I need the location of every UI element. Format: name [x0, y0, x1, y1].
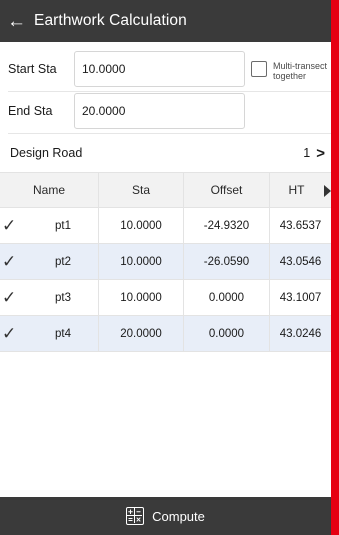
offset-cell: 0.0000	[184, 316, 270, 351]
calculator-icon	[126, 507, 145, 525]
name-cell: ✓ pt4	[0, 316, 99, 351]
app-screen: ← Earthwork Calculation Start Sta 10.000…	[0, 0, 331, 535]
table-row[interactable]: ✓ pt2 10.0000 -26.0590 43.0546	[0, 244, 331, 280]
column-header-sta[interactable]: Sta	[99, 173, 184, 207]
table-header: Name Sta Offset HT	[0, 172, 331, 208]
start-sta-label: Start Sta	[8, 62, 57, 76]
ht-cell: 43.0546	[279, 255, 322, 268]
end-sta-input[interactable]: 20.0000	[74, 93, 245, 129]
multi-transect-label: Multi-transect together	[273, 61, 328, 81]
checkmark-icon[interactable]: ✓	[2, 217, 16, 234]
offset-cell: -26.0590	[184, 244, 270, 279]
ht-cell: 43.1007	[279, 291, 322, 304]
sta-cell: 10.0000	[99, 244, 184, 279]
design-road-value-group: 1 >	[303, 145, 325, 162]
multi-transect-checkbox[interactable]	[251, 61, 267, 77]
sta-cell: 20.0000	[99, 316, 184, 351]
end-sta-label: End Sta	[8, 104, 53, 118]
top-bar: ← Earthwork Calculation	[0, 0, 331, 42]
checkmark-icon[interactable]: ✓	[2, 289, 16, 306]
page-title: Earthwork Calculation	[34, 12, 187, 29]
point-name: pt1	[55, 219, 71, 232]
sta-cell: 10.0000	[99, 208, 184, 243]
name-cell: ✓ pt1	[0, 208, 99, 243]
design-road-value: 1	[303, 146, 311, 160]
column-header-name[interactable]: Name	[0, 173, 99, 207]
point-name: pt3	[55, 291, 71, 304]
screen-edge-strip	[331, 0, 339, 535]
scroll-right-icon[interactable]	[324, 185, 331, 197]
start-sta-input[interactable]: 10.0000	[74, 51, 245, 87]
ht-cell: 43.0246	[279, 327, 322, 340]
point-name: pt4	[55, 327, 71, 340]
offset-cell: 0.0000	[184, 280, 270, 315]
table-row[interactable]: ✓ pt3 10.0000 0.0000 43.1007	[0, 280, 331, 316]
name-cell: ✓ pt2	[0, 244, 99, 279]
sta-cell: 10.0000	[99, 280, 184, 315]
point-name: pt2	[55, 255, 71, 268]
column-header-ht[interactable]: HT	[270, 173, 331, 207]
table-row[interactable]: ✓ pt4 20.0000 0.0000 43.0246	[0, 316, 331, 352]
checkmark-icon[interactable]: ✓	[2, 253, 16, 270]
divider	[8, 91, 331, 92]
offset-cell: -24.9320	[184, 208, 270, 243]
compute-button[interactable]: Compute	[0, 497, 331, 535]
design-road-row[interactable]: Design Road 1 >	[0, 134, 331, 172]
ht-cell: 43.6537	[279, 219, 322, 232]
design-road-label: Design Road	[10, 146, 83, 160]
table-row[interactable]: ✓ pt1 10.0000 -24.9320 43.6537	[0, 208, 331, 244]
checkmark-icon[interactable]: ✓	[2, 325, 16, 342]
name-cell: ✓ pt3	[0, 280, 99, 315]
points-table: Name Sta Offset HT ✓ pt1 10.0000 -24.932…	[0, 172, 331, 352]
column-header-ht-label: HT	[288, 183, 305, 197]
compute-label: Compute	[152, 508, 205, 524]
chevron-right-icon: >	[316, 144, 325, 162]
column-header-offset[interactable]: Offset	[184, 173, 270, 207]
arrow-left-icon[interactable]: ←	[0, 0, 26, 42]
